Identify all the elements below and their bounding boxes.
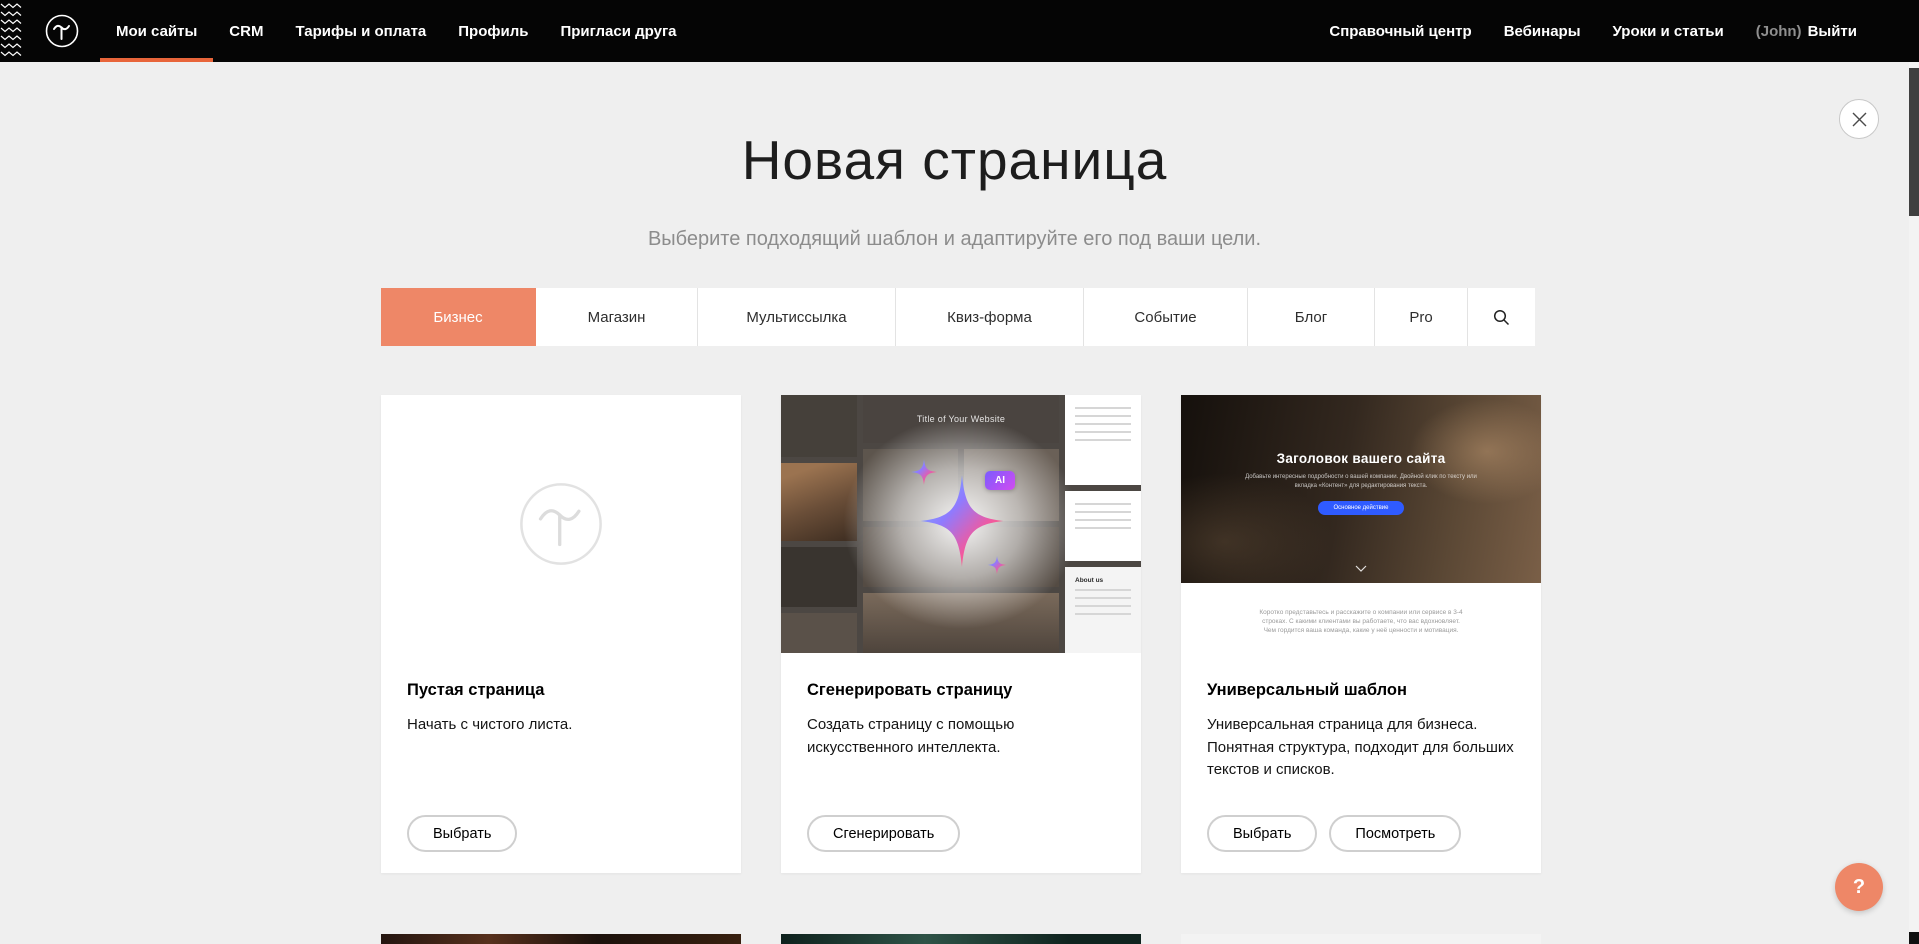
ai-sparkle-icon — [781, 395, 1141, 653]
tab-pro[interactable]: Pro — [1375, 288, 1468, 346]
tab-shop[interactable]: Магазин — [536, 288, 698, 346]
ai-badge: AI — [985, 471, 1015, 490]
tilda-logo-icon — [44, 13, 80, 49]
tab-multilink[interactable]: Мультиссылка — [698, 288, 896, 346]
scroll-down-button[interactable] — [1909, 932, 1919, 944]
template-preview-partial[interactable] — [381, 934, 741, 944]
card-description: Начать с чистого листа. — [407, 714, 715, 737]
template-card-universal: Заголовок вашего сайта Добавьте интересн… — [1181, 395, 1541, 873]
top-nav: Мои сайты CRM Тарифы и оплата Профиль Пр… — [0, 0, 1919, 62]
card-actions: Выбрать — [407, 815, 517, 852]
template-preview-ai[interactable]: Title of Your Website About us — [781, 395, 1141, 653]
card-description: Создать страницу с помощью искусственног… — [807, 714, 1115, 759]
user-name: (John) — [1756, 23, 1802, 40]
scrollbar-thumb[interactable] — [1909, 68, 1919, 216]
card-title: Пустая страница — [407, 681, 715, 700]
secondary-nav: Справочный центр Вебинары Уроки и статьи… — [1313, 0, 1873, 62]
chevron-down-icon — [1355, 559, 1367, 577]
scrollbar[interactable] — [1909, 62, 1919, 944]
template-category-tabs: Бизнес Магазин Мультиссылка Квиз-форма С… — [381, 288, 1535, 346]
tab-event[interactable]: Событие — [1084, 288, 1248, 346]
preview-universal-button[interactable]: Посмотреть — [1329, 815, 1461, 852]
template-grid: Пустая страница Начать с чистого листа. … — [381, 395, 1541, 873]
preview-hero-button: Основное действие — [1318, 501, 1405, 515]
nav-help-center[interactable]: Справочный центр — [1313, 0, 1487, 62]
preview-body: Коротко представьтесь и расскажите о ком… — [1181, 583, 1541, 635]
nav-lessons[interactable]: Уроки и статьи — [1597, 0, 1740, 62]
user-box: (John) Выйти — [1740, 0, 1873, 62]
nav-webinars[interactable]: Вебинары — [1488, 0, 1597, 62]
template-preview-partial[interactable] — [781, 934, 1141, 944]
tilda-watermark-icon — [515, 478, 607, 570]
card-body: Сгенерировать страницу Создать страницу … — [781, 653, 1141, 759]
nav-crm[interactable]: CRM — [213, 0, 279, 62]
nav-tariffs[interactable]: Тарифы и оплата — [279, 0, 442, 62]
close-icon — [1852, 112, 1867, 127]
card-title: Универсальный шаблон — [1207, 681, 1515, 700]
template-preview-partial[interactable] — [1181, 934, 1541, 944]
page-subtitle: Выберите подходящий шаблон и адаптируйте… — [0, 228, 1909, 251]
card-actions: Сгенерировать — [807, 815, 960, 852]
tilda-logo[interactable] — [44, 13, 80, 49]
logout-link[interactable]: Выйти — [1808, 23, 1857, 40]
preview-hero: Заголовок вашего сайта Добавьте интересн… — [1181, 395, 1541, 583]
preview-body-text: Коротко представьтесь и расскажите о ком… — [1256, 609, 1466, 635]
tab-blog[interactable]: Блог — [1248, 288, 1375, 346]
template-card-blank: Пустая страница Начать с чистого листа. … — [381, 395, 741, 873]
card-actions: Выбрать Посмотреть — [1207, 815, 1461, 852]
page-title: Новая страница — [0, 128, 1909, 192]
search-tab[interactable] — [1468, 288, 1535, 346]
nav-my-sites[interactable]: Мои сайты — [100, 0, 213, 62]
preview-hero-title: Заголовок вашего сайта — [1181, 395, 1541, 466]
card-title: Сгенерировать страницу — [807, 681, 1115, 700]
nav-invite-friend[interactable]: Пригласи друга — [544, 0, 692, 62]
template-preview-universal[interactable]: Заголовок вашего сайта Добавьте интересн… — [1181, 395, 1541, 653]
zigzag-pattern-icon — [0, 0, 24, 62]
template-card-ai-generate: Title of Your Website About us — [781, 395, 1141, 873]
nav-profile[interactable]: Профиль — [442, 0, 544, 62]
card-body: Универсальный шаблон Универсальная стран… — [1181, 653, 1541, 782]
preview-hero-subtitle: Добавьте интересные подробности о вашей … — [1241, 473, 1481, 490]
primary-nav: Мои сайты CRM Тарифы и оплата Профиль Пр… — [100, 0, 693, 62]
tab-business[interactable]: Бизнес — [381, 288, 536, 346]
template-grid-row2 — [381, 934, 1541, 944]
template-preview-blank[interactable] — [381, 395, 741, 653]
choose-universal-button[interactable]: Выбрать — [1207, 815, 1317, 852]
help-button[interactable]: ? — [1835, 863, 1883, 911]
tab-quiz-form[interactable]: Квиз-форма — [896, 288, 1084, 346]
card-body: Пустая страница Начать с чистого листа. — [381, 653, 741, 737]
choose-blank-button[interactable]: Выбрать — [407, 815, 517, 852]
card-description: Универсальная страница для бизнеса. Поня… — [1207, 714, 1515, 782]
search-icon — [1493, 309, 1510, 326]
generate-button[interactable]: Сгенерировать — [807, 815, 960, 852]
